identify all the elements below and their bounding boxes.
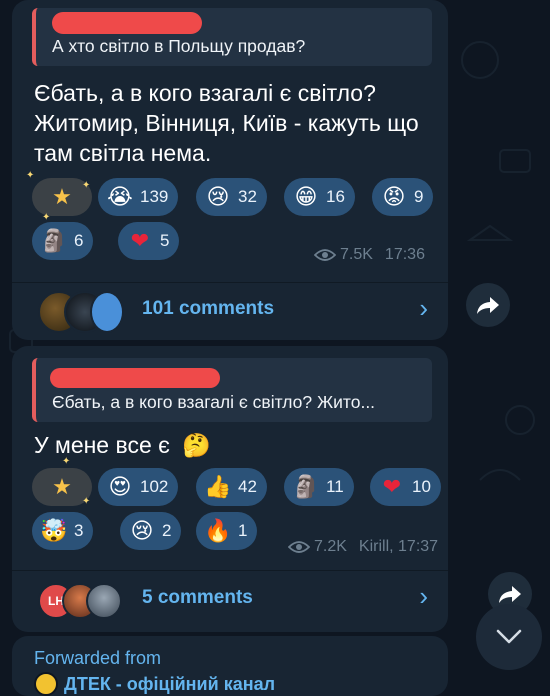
sparkle-icon: ✦ [82,496,91,507]
message-meta: 7.5K 17:36 [314,246,425,264]
eye-icon [288,541,310,553]
reaction-crying[interactable]: 😢 2 [120,512,182,550]
reaction-count: 11 [326,477,344,496]
author-and-time: Kirill, 17:37 [358,538,439,555]
reaction-heart-eyes[interactable]: 😍 102 [98,468,179,506]
reply-quote-text: Єбать, а в кого взагалі є світло? Жито..… [52,392,376,412]
avatar [90,291,124,333]
crying-face-icon: 😢 [130,518,154,543]
share-arrow-icon [477,297,499,314]
crying-face-icon: 😢 [206,184,230,209]
reaction-heart[interactable]: ❤ 10 [370,468,441,506]
moai-icon: 🗿 [40,228,68,253]
reaction-loudly-crying[interactable]: 😭 139 [98,178,179,216]
reaction-count: 102 [140,477,169,496]
channel-avatar-icon [34,672,58,696]
reaction-moai[interactable]: 🗿 11 [284,468,354,506]
message-time: 17:36 [384,246,425,263]
moai-icon: 🗿 [292,474,320,499]
chevron-right-icon: › [419,293,428,323]
reaction-crying[interactable]: 😢 32 [196,178,267,216]
loudly-crying-face-icon: 😭 [107,184,133,209]
message-meta: 7.2K Kirill, 17:37 [288,538,438,556]
message-text: Єбать, а в кого взагалі є світло? Житоми… [34,80,419,166]
message-bubble-1: А хто світло в Польщу продав? Єбать, а в… [12,0,448,340]
comments-link-2[interactable]: LH 5 comments › [12,571,448,627]
angry-face-icon: 😡 [382,184,406,209]
star-icon: ★ [52,474,72,499]
reaction-count: 5 [160,231,170,250]
reply-quote-2[interactable]: Єбать, а в кого взагалі є світло? Жито..… [32,358,432,422]
view-count: 7.5K [340,246,373,263]
sparkle-icon: ✦ [26,170,35,181]
reaction-fire[interactable]: 🔥 1 [196,512,258,550]
message-text-body: У мене все є [34,432,170,458]
reaction-count: 139 [140,187,169,206]
reaction-count: 9 [414,187,424,206]
reply-quote-1[interactable]: А хто світло в Польщу продав? [32,8,432,66]
redacted-author-name [52,12,202,34]
eye-icon [314,249,336,261]
redacted-author-name [50,368,220,388]
heart-eyes-icon: 😍 [108,474,132,499]
view-count: 7.2K [314,538,347,555]
reaction-count: 2 [162,521,172,540]
thumbs-up-icon: 👍 [204,474,232,499]
chevron-right-icon: › [419,581,428,611]
scroll-down-button[interactable] [476,604,542,670]
channel-name: ДТЕК - офіційний канал [64,673,276,694]
forwarded-channel[interactable]: ДТЕК - офіційний канал [34,672,275,696]
reaction-grinning[interactable]: 😁 16 [284,178,355,216]
fire-icon: 🔥 [204,518,232,543]
reply-quote-text: А хто світло в Польщу продав? [52,36,306,56]
thinking-face-icon: 🤔 [182,432,211,458]
share-arrow-icon [499,586,521,603]
star-icon: ★ [52,184,72,209]
comments-link-1[interactable]: 101 comments › [12,283,448,339]
comments-count-label: 5 comments [142,587,253,608]
exploding-head-icon: 🤯 [40,518,68,543]
reaction-count: 42 [238,477,257,496]
commenter-avatars: LH [38,579,148,619]
reaction-count: 3 [74,521,84,540]
share-button-1[interactable] [466,283,510,327]
sparkle-icon: ✦ [62,456,71,467]
message-text: У мене все є 🤔 [34,430,436,460]
reaction-count: 16 [326,187,345,206]
reaction-moai[interactable]: 🗿 6 [32,222,94,260]
reaction-count: 1 [238,521,248,540]
reaction-count: 6 [74,231,84,250]
comments-count-label: 101 comments [142,298,275,319]
red-heart-icon: ❤ [382,474,402,499]
commenter-avatars [38,291,148,333]
chevron-down-icon [496,629,522,644]
reaction-thumbs-up[interactable]: 👍 42 [196,468,267,506]
red-heart-icon: ❤ [130,228,150,253]
reaction-heart[interactable]: ❤ 5 [118,222,180,260]
reaction-exploding-head[interactable]: 🤯 3 [32,512,94,550]
reaction-count: 10 [412,477,431,496]
avatar [86,583,122,619]
forwarded-from-label: Forwarded from [34,648,162,668]
reaction-angry[interactable]: 😡 9 [372,178,434,216]
message-bubble-2: Єбать, а в кого взагалі є світло? Жито..… [12,346,448,632]
message-bubble-3: Forwarded from ДТЕК - офіційний канал [12,636,448,696]
sparkle-icon: ✦ [82,180,91,191]
grinning-face-icon: 😁 [294,184,318,209]
reaction-count: 32 [238,187,257,206]
